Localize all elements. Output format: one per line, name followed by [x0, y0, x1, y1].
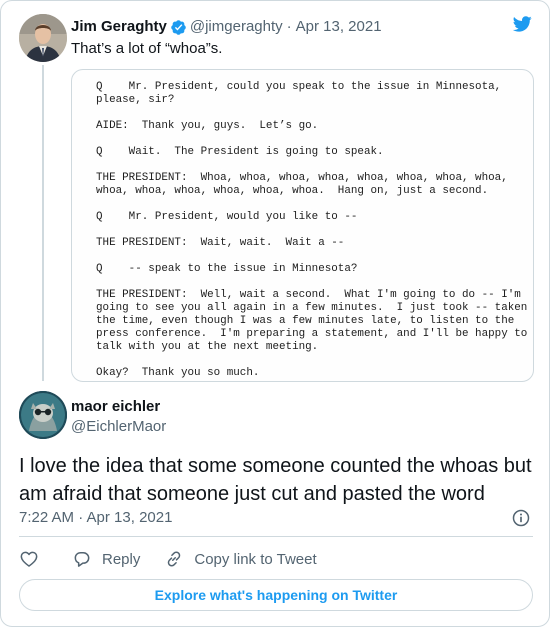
- twitter-bird-icon[interactable]: [511, 14, 533, 34]
- copy-link-button[interactable]: Copy link to Tweet: [164, 549, 317, 569]
- reply-label: Reply: [102, 550, 141, 568]
- author-avatar[interactable]: [19, 391, 67, 439]
- link-icon: [168, 551, 181, 567]
- tweet-embed-card: Jim Geraghty @jimgeraghty · Apr 13, 2021…: [0, 0, 550, 627]
- copy-link-label: Copy link to Tweet: [194, 550, 317, 568]
- quoted-tweet-text: That’s a lot of “whoa”s.: [71, 40, 223, 57]
- transcript-line: Q Wait. The President is going to speak.: [96, 146, 384, 158]
- info-icon[interactable]: [511, 508, 531, 528]
- tweet-text: I love the idea that some someone counte…: [19, 455, 532, 505]
- reply-button[interactable]: Reply: [72, 549, 140, 569]
- reply-icon: [74, 552, 90, 567]
- transcript-line: Q -- speak to the issue in Minnesota?: [96, 263, 358, 275]
- transcript-line: Okay? Thank you so much.: [96, 367, 260, 379]
- transcript-text: Q Mr. President, could you speak to the …: [96, 81, 527, 380]
- tweet-timestamp[interactable]: 7:22 AM · Apr 13, 2021: [19, 508, 172, 528]
- transcript-line: please, sir?: [96, 94, 175, 106]
- transcript-image[interactable]: Q Mr. President, could you speak to the …: [71, 69, 534, 382]
- thread-connector-line: [42, 65, 44, 381]
- transcript-line: THE PRESIDENT: Well, wait a second. What…: [96, 289, 521, 301]
- transcript-line: THE PRESIDENT: Wait, wait. Wait a --: [96, 237, 345, 249]
- transcript-line: talk with you at the next meeting.: [96, 341, 319, 353]
- quoted-tweet-header: Jim Geraghty @jimgeraghty · Apr 13, 2021: [71, 17, 382, 37]
- explore-twitter-button[interactable]: Explore what's happening on Twitter: [19, 579, 533, 611]
- author-handle[interactable]: @EichlerMaor: [71, 417, 166, 437]
- quoted-author-avatar[interactable]: [19, 14, 67, 62]
- transcript-line: Q Mr. President, could you speak to the …: [96, 81, 502, 93]
- quoted-author-handle[interactable]: @jimgeraghty: [190, 17, 283, 37]
- quoted-author-name[interactable]: Jim Geraghty: [71, 17, 167, 37]
- transcript-line: whoa, whoa, whoa, whoa, whoa, whoa. Hang…: [96, 185, 489, 197]
- transcript-line: AIDE: Thank you, guys. Let’s go.: [96, 120, 319, 132]
- transcript-line: going to see you all again in a few minu…: [96, 302, 528, 314]
- tweet-actions: Reply Copy link to Tweet: [19, 547, 317, 571]
- transcript-line: THE PRESIDENT: Whoa, whoa, whoa, whoa, w…: [96, 172, 508, 184]
- author-name[interactable]: maor eichler: [71, 397, 160, 417]
- transcript-line: Q Mr. President, would you like to --: [96, 211, 358, 223]
- transcript-line: the time, even though I was a few minute…: [96, 315, 515, 327]
- verified-badge-icon: [171, 19, 186, 35]
- quoted-tweet-date[interactable]: Apr 13, 2021: [296, 17, 382, 37]
- heart-icon: [20, 551, 38, 567]
- header-separator: ·: [286, 18, 292, 35]
- divider: [19, 536, 533, 537]
- like-button[interactable]: [19, 549, 39, 569]
- transcript-line: press conference. I'm preparing a statem…: [96, 328, 528, 340]
